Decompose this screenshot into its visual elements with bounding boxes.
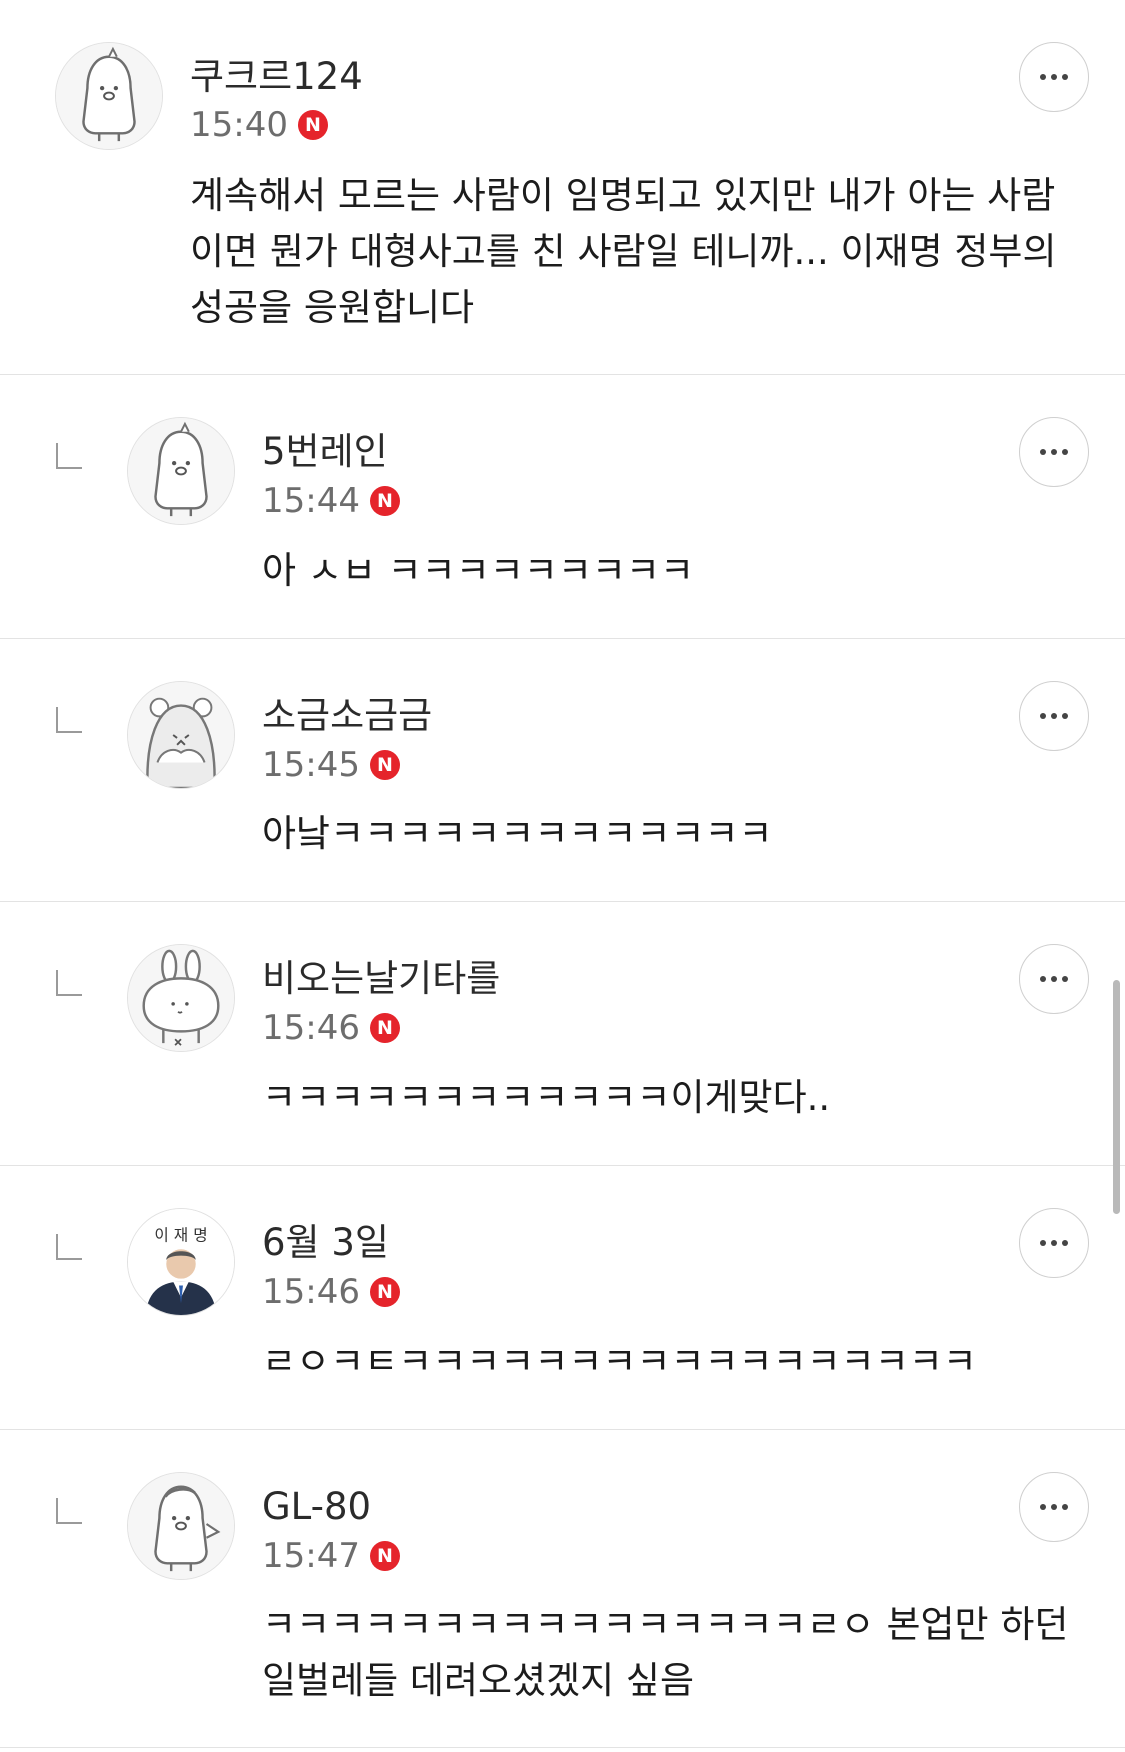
penguin-avatar-icon[interactable]: [127, 417, 235, 525]
dot-icon: [1062, 1240, 1068, 1246]
dot-icon: [1051, 74, 1057, 80]
comment-meta: 15:46 N: [262, 1272, 400, 1312]
comment-text: ㅋㅋㅋㅋㅋㅋㅋㅋㅋㅋㅋㅋㅋㅋㅋㅋㄹㅇ 본업만 하던 일벌레들 데려오셨겠지 싶음: [262, 1603, 1069, 1702]
dot-icon: [1062, 1504, 1068, 1510]
more-options-button[interactable]: [1019, 1208, 1089, 1278]
reply-arrow-icon: [56, 1498, 82, 1524]
comment-item-reply: GL-80 15:47 N ㅋㅋㅋㅋㅋㅋㅋㅋㅋㅋㅋㅋㅋㅋㅋㅋㄹㅇ 본업만 하던 …: [0, 1430, 1125, 1748]
comment-meta: 15:46 N: [262, 1008, 400, 1048]
comment-time: 15:44: [262, 481, 360, 521]
dot-icon: [1040, 1240, 1046, 1246]
reply-arrow-icon: [56, 443, 82, 469]
dot-icon: [1062, 713, 1068, 719]
comment-time: 15:46: [262, 1272, 360, 1312]
portrait-caption: 이 재 명: [154, 1225, 207, 1244]
dot-icon: [1040, 976, 1046, 982]
comment-item-reply: 이 재 명 6월 3일 15:46 N ㄹㅇㅋㅌㅋㅋㅋㅋㅋㅋㅋㅋㅋㅋㅋㅋㅋㅋㅋㅋ…: [0, 1166, 1125, 1430]
hamster-avatar-icon[interactable]: [127, 681, 235, 789]
new-badge-icon: N: [369, 1277, 400, 1307]
new-badge-icon: N: [297, 110, 328, 140]
penguin-avatar-icon[interactable]: [127, 1472, 235, 1580]
comment-nickname[interactable]: 비오는날기타를: [262, 960, 500, 997]
new-badge-icon: N: [369, 1541, 400, 1571]
new-badge-icon: N: [369, 750, 400, 780]
comment-text: ㄹㅇㅋㅌㅋㅋㅋㅋㅋㅋㅋㅋㅋㅋㅋㅋㅋㅋㅋㅋㅋ: [262, 1340, 977, 1383]
comment-nickname[interactable]: GL-80: [262, 1488, 371, 1525]
rabbit-avatar-icon[interactable]: [127, 944, 235, 1052]
dot-icon: [1062, 74, 1068, 80]
dot-icon: [1051, 713, 1057, 719]
comment-text: 계속해서 모르는 사람이 임명되고 있지만 내가 아는 사람이면 뭔가 대형사고…: [190, 174, 1057, 329]
comment-item: 쿠크르124 15:40 N 계속해서 모르는 사람이 임명되고 있지만 내가 …: [0, 0, 1125, 375]
comment-item-reply: 비오는날기타를 15:46 N ㅋㅋㅋㅋㅋㅋㅋㅋㅋㅋㅋㅋ이게맞다..: [0, 902, 1125, 1166]
comment-time: 15:46: [262, 1008, 360, 1048]
more-options-button[interactable]: [1019, 944, 1089, 1014]
comment-meta: 15:47 N: [262, 1536, 400, 1576]
scrollbar[interactable]: [1113, 980, 1120, 1214]
comment-item-reply: 소금소금금 15:45 N 아낰ㅋㅋㅋㅋㅋㅋㅋㅋㅋㅋㅋㅋㅋ: [0, 639, 1125, 902]
dot-icon: [1062, 449, 1068, 455]
dot-icon: [1051, 449, 1057, 455]
dot-icon: [1040, 713, 1046, 719]
more-options-button[interactable]: [1019, 42, 1089, 112]
portrait-avatar-icon[interactable]: 이 재 명: [127, 1208, 235, 1316]
comment-meta: 15:44 N: [262, 481, 400, 521]
comment-nickname[interactable]: 쿠크르124: [190, 58, 363, 95]
comment-text: 아낰ㅋㅋㅋㅋㅋㅋㅋㅋㅋㅋㅋㅋㅋ: [262, 812, 773, 855]
reply-arrow-icon: [56, 970, 82, 996]
comment-nickname[interactable]: 6월 3일: [262, 1224, 389, 1261]
comment-time: 15:40: [190, 105, 288, 145]
more-options-button[interactable]: [1019, 1472, 1089, 1542]
dot-icon: [1040, 74, 1046, 80]
dot-icon: [1062, 976, 1068, 982]
comment-text: ㅋㅋㅋㅋㅋㅋㅋㅋㅋㅋㅋㅋ이게맞다..: [262, 1076, 831, 1119]
more-options-button[interactable]: [1019, 417, 1089, 487]
new-badge-icon: N: [369, 486, 400, 516]
dot-icon: [1040, 1504, 1046, 1510]
comment-nickname[interactable]: 5번레인: [262, 433, 388, 470]
comment-meta: 15:45 N: [262, 745, 400, 785]
more-options-button[interactable]: [1019, 681, 1089, 751]
comment-meta: 15:40 N: [190, 105, 328, 145]
comment-text: 아 ㅅㅂ ㅋㅋㅋㅋㅋㅋㅋㅋㅋ: [262, 549, 695, 592]
comment-nickname[interactable]: 소금소금금: [262, 697, 432, 734]
comment-item-reply: 5번레인 15:44 N 아 ㅅㅂ ㅋㅋㅋㅋㅋㅋㅋㅋㅋ: [0, 375, 1125, 639]
dot-icon: [1051, 1504, 1057, 1510]
new-badge-icon: N: [369, 1013, 400, 1043]
penguin-avatar-icon[interactable]: [55, 42, 163, 150]
comment-time: 15:45: [262, 745, 360, 785]
reply-arrow-icon: [56, 1234, 82, 1260]
dot-icon: [1040, 449, 1046, 455]
dot-icon: [1051, 976, 1057, 982]
comment-time: 15:47: [262, 1536, 360, 1576]
reply-arrow-icon: [56, 707, 82, 733]
dot-icon: [1051, 1240, 1057, 1246]
